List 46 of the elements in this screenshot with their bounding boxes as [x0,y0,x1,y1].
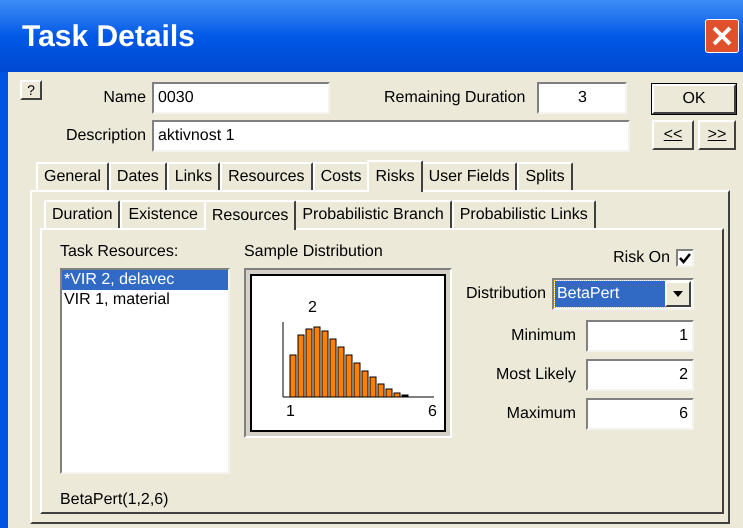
ok-button[interactable]: OK [652,84,736,114]
tab[interactable]: Probabilistic Branch [294,200,452,228]
risk-on-checkbox[interactable] [676,249,694,267]
distribution-label: Distribution [466,284,546,304]
axis-max-label: 6 [428,404,437,420]
tab[interactable]: Splits [517,162,573,190]
close-icon [711,25,733,47]
task-resources-label: Task Resources: [60,242,180,262]
risk-on-label: Risk On [613,248,670,268]
number-field[interactable]: 6 [586,398,694,430]
distribution-dropdown[interactable]: BetaPert [552,278,694,310]
tab[interactable]: Risks [367,160,423,192]
name-field[interactable]: 0030 [152,82,330,114]
tab[interactable]: Resources [220,162,313,190]
help-button[interactable]: ? [20,80,42,100]
previous-button[interactable]: << [652,120,694,150]
description-label: Description [64,126,146,146]
tab[interactable]: Probabilistic Links [452,200,596,228]
close-button[interactable] [705,19,739,53]
tab[interactable]: Costs [312,162,370,190]
remaining-duration-label: Remaining Duration [384,88,526,108]
peak-label: 2 [308,298,317,318]
tab[interactable]: Links [166,162,220,190]
tab[interactable]: Existence [120,200,206,228]
next-button[interactable]: >> [698,120,736,150]
checkmark-icon [679,252,691,264]
field-label: Maximum [506,404,576,424]
axis-min-label: 1 [286,404,295,420]
tab[interactable]: General [36,162,109,190]
name-label: Name [102,88,146,108]
description-field[interactable]: aktivnost 1 [152,120,630,152]
tab[interactable]: Resources [204,200,296,230]
window-title: Task Details [22,18,195,54]
distribution-formula: BetaPert(1,2,6) [60,490,170,510]
tab[interactable]: Duration [44,200,120,228]
tab[interactable]: User Fields [420,162,518,190]
tab[interactable]: Dates [108,162,167,190]
resource-item[interactable]: VIR 1, material [62,290,228,310]
remaining-duration-field[interactable]: 3 [537,82,628,114]
number-field[interactable]: 2 [586,359,694,391]
field-label: Minimum [511,326,576,346]
field-label: Most Likely [496,365,576,385]
number-field[interactable]: 1 [586,320,694,352]
resource-item[interactable]: *VIR 2, delavec [62,270,228,290]
dropdown-arrow-icon [673,291,683,297]
sample-distribution-label: Sample Distribution [244,242,384,262]
